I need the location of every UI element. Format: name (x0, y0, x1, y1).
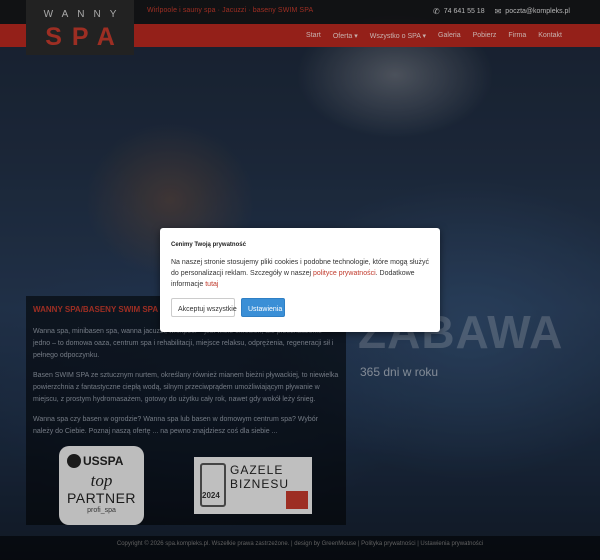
settings-button[interactable]: Ustawienia (241, 298, 285, 317)
accept-all-button[interactable]: Akceptuj wszystkie (171, 298, 237, 317)
cookie-consent-modal: Cenimy Twoją prywatność Na naszej stroni… (160, 228, 440, 332)
privacy-policy-link[interactable]: polityce prywatności (313, 270, 376, 277)
modal-body: Na naszej stronie stosujemy pliki cookie… (171, 257, 431, 290)
more-info-link[interactable]: tutaj (205, 281, 218, 288)
modal-title: Cenimy Twoją prywatność (171, 242, 246, 248)
